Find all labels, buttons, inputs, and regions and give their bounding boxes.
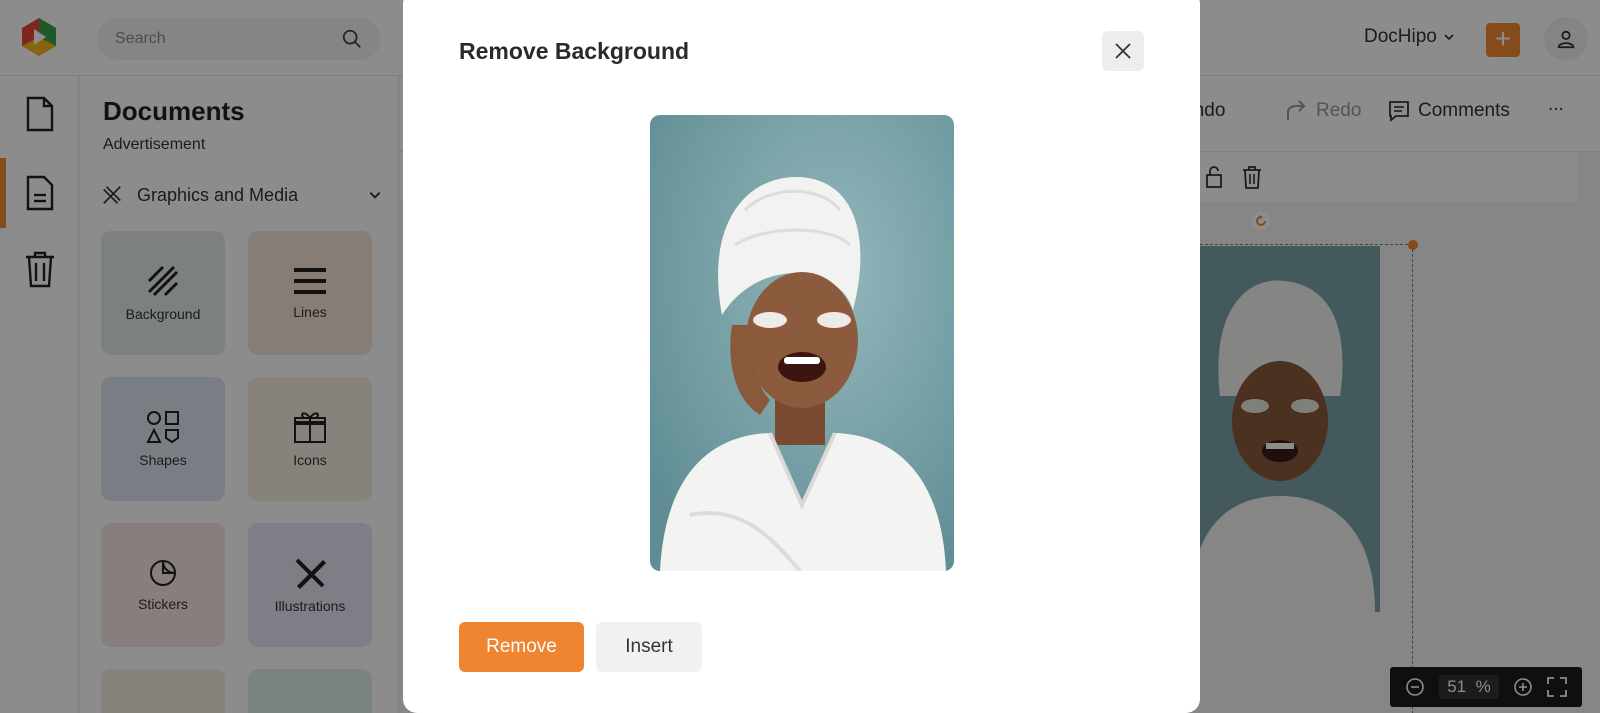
portrait-image [650,115,954,571]
dialog-title: Remove Background [459,38,690,64]
remove-button[interactable]: Remove [459,622,584,672]
close-button[interactable] [1102,31,1144,71]
image-preview [650,115,954,571]
insert-button[interactable]: Insert [596,622,702,672]
close-icon [1115,43,1131,59]
remove-background-dialog: Remove Background Remove Insert [403,0,1200,713]
